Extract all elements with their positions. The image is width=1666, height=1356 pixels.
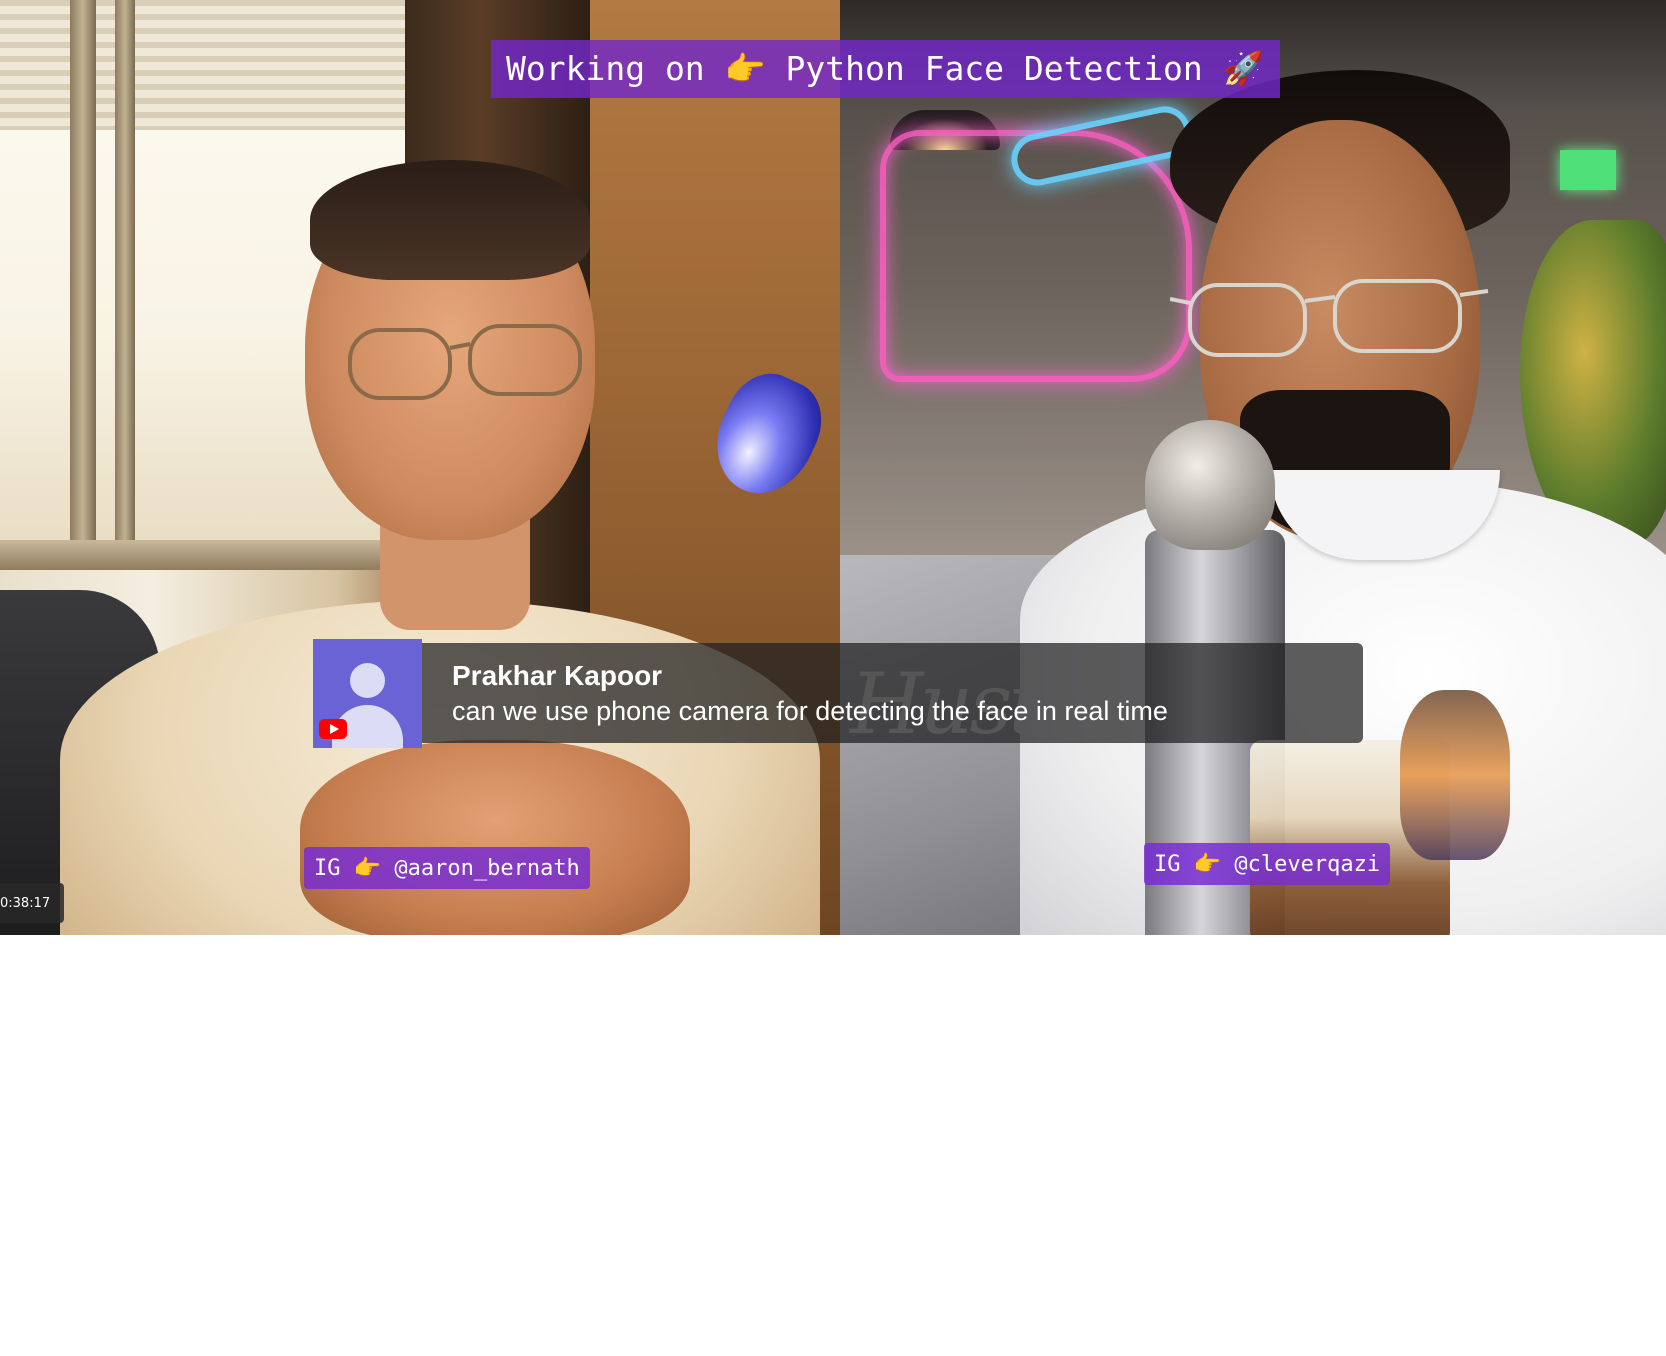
default-user-icon — [313, 639, 422, 748]
chat-highlight: Prakhar Kapoor can we use phone camera f… — [313, 639, 1363, 748]
participant-left-hands — [300, 740, 690, 935]
chat-author: Prakhar Kapoor — [452, 660, 663, 691]
avatar-head — [350, 663, 385, 698]
participant-left-handle: IG 👉 @aaron_bernath — [304, 847, 590, 889]
exit-sign — [1560, 150, 1616, 190]
participant-video-right: Hustle — [840, 0, 1666, 935]
participant-right-handle: IG 👉 @cleverqazi — [1144, 843, 1391, 885]
chat-message: can we use phone camera for detecting th… — [452, 696, 1168, 726]
participant-video-left — [0, 0, 840, 935]
stream-title-banner: Working on 👉 Python Face Detection 🚀 — [491, 40, 1280, 98]
participant-left-hair — [310, 160, 590, 280]
microphone — [1145, 420, 1275, 550]
participant-left-glasses — [348, 324, 582, 400]
background-blind — [0, 0, 405, 130]
handle-label: IG 👉 @aaron_bernath — [314, 855, 580, 881]
playback-timestamp: 0:38:17 — [0, 883, 64, 923]
participant-right-glasses — [1170, 279, 1489, 357]
background-window-post — [70, 0, 96, 560]
background-window-post — [115, 0, 135, 560]
timestamp-text: 0:38:17 — [0, 895, 51, 911]
handle-label: IG 👉 @cleverqazi — [1154, 851, 1381, 877]
stream-title: Working on 👉 Python Face Detection 🚀 — [506, 49, 1264, 88]
chat-message-box: Prakhar Kapoor can we use phone camera f… — [422, 643, 1363, 743]
shirt-graphic — [1400, 690, 1510, 860]
video-player[interactable]: Hustle Working on 👉 Python Face Detectio… — [0, 0, 1666, 935]
youtube-icon — [319, 719, 347, 739]
background-window-sill — [0, 540, 405, 570]
